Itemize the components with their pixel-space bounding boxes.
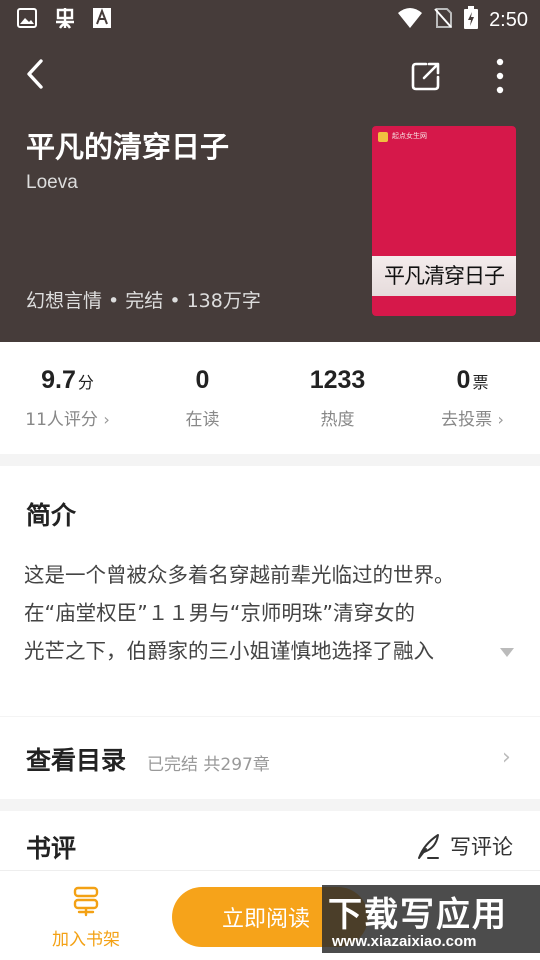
publisher-logo xyxy=(378,132,388,142)
chevron-right-icon: › xyxy=(502,745,511,770)
stat-value: 0 xyxy=(195,366,210,394)
quill-icon xyxy=(418,834,439,859)
stat-popularity: 1233 热度 xyxy=(270,342,405,454)
book-header: 2:50 平凡的清穿日子 Loeva 幻想言情 • 完结 • 138万字 起点女… xyxy=(0,0,540,342)
no-sim-icon xyxy=(433,7,453,33)
stat-value: 0 xyxy=(456,366,471,394)
chevron-right-icon: › xyxy=(497,410,504,429)
stat-label: 热度 xyxy=(320,410,355,430)
intro-section[interactable]: 简介 这是一个曾被众多着名穿越前辈光临过的世界。 在“庙堂权臣”１１男与“京师明… xyxy=(0,466,540,716)
back-arrow-icon xyxy=(27,59,43,89)
watermark-main: 下载写应用 xyxy=(328,895,508,935)
stat-value: 1233 xyxy=(309,366,366,394)
expand-down-icon[interactable] xyxy=(500,648,514,657)
share-button[interactable] xyxy=(404,54,448,98)
bug-icon xyxy=(52,6,78,34)
stat-votes[interactable]: 0票 去投票 › xyxy=(405,342,540,454)
write-review-button[interactable]: 写评论 xyxy=(416,831,513,861)
more-button[interactable] xyxy=(480,54,520,98)
bookshelf-icon xyxy=(73,886,99,917)
chevron-right-icon: › xyxy=(103,410,110,429)
intro-line: 光芒之下，伯爵家的三小姐谨慎地选择了融入 xyxy=(24,639,434,663)
catalog-title: 查看目录 xyxy=(26,746,127,775)
intro-line: 这是一个曾被众多着名穿越前辈光临过的世界。 xyxy=(24,563,455,587)
add-to-shelf-label: 加入书架 xyxy=(52,930,120,950)
status-bar: 2:50 xyxy=(0,0,540,38)
intro-title: 简介 xyxy=(26,501,77,530)
stat-label: 在读 xyxy=(185,410,220,430)
stat-label: 11人评分 xyxy=(25,410,98,430)
cover-calligraphy: 平凡清穿日子 xyxy=(384,264,505,288)
stat-unit: 分 xyxy=(77,375,94,392)
battery-charging-icon xyxy=(463,6,479,34)
watermark-overlay: 下载写应用 www.xiazaixiao.com xyxy=(322,885,540,953)
stat-unit: 票 xyxy=(472,375,489,392)
stat-reading: 0 在读 xyxy=(135,342,270,454)
intro-line: 在“庙堂权臣”１１男与“京师明珠”清穿女的 xyxy=(24,601,415,625)
add-to-shelf-button[interactable]: 加入书架 xyxy=(44,885,128,950)
write-review-label: 写评论 xyxy=(450,835,513,859)
intro-text: 这是一个曾被众多着名穿越前辈光临过的世界。 在“庙堂权臣”１１男与“京师明珠”清… xyxy=(24,556,508,670)
image-icon xyxy=(16,7,38,33)
wifi-icon xyxy=(397,7,423,33)
stat-value: 9.7 xyxy=(41,366,76,394)
stat-label: 去投票 xyxy=(441,410,493,430)
book-cover[interactable]: 起点女生网 平凡清穿日子 xyxy=(372,126,516,316)
back-button[interactable] xyxy=(14,52,56,96)
book-author[interactable]: Loeva xyxy=(26,172,78,194)
reviews-title: 书评 xyxy=(26,834,77,863)
stat-rating[interactable]: 9.7 分 11人评分 › xyxy=(0,342,135,454)
status-time: 2:50 xyxy=(489,8,528,31)
more-vertical-icon xyxy=(496,58,504,94)
cover-brand: 起点女生网 xyxy=(392,132,427,140)
book-title: 平凡的清穿日子 xyxy=(26,130,230,164)
text-a-icon xyxy=(92,7,112,33)
bottom-bar: 加入书架 立即阅读 下载写应用 www.xiazaixiao.com xyxy=(0,870,540,960)
book-meta: 幻想言情 • 完结 • 138万字 xyxy=(26,290,261,312)
book-stats: 9.7 分 11人评分 › 0 在读 1233 热度 0票 去投票 › xyxy=(0,342,540,454)
share-icon xyxy=(411,62,440,91)
watermark-url: www.xiazaixiao.com xyxy=(332,933,477,950)
read-now-label: 立即阅读 xyxy=(222,907,311,932)
catalog-subtitle: 已完结 共297章 xyxy=(147,755,270,775)
catalog-row[interactable]: 查看目录 已完结 共297章 › xyxy=(0,717,540,799)
